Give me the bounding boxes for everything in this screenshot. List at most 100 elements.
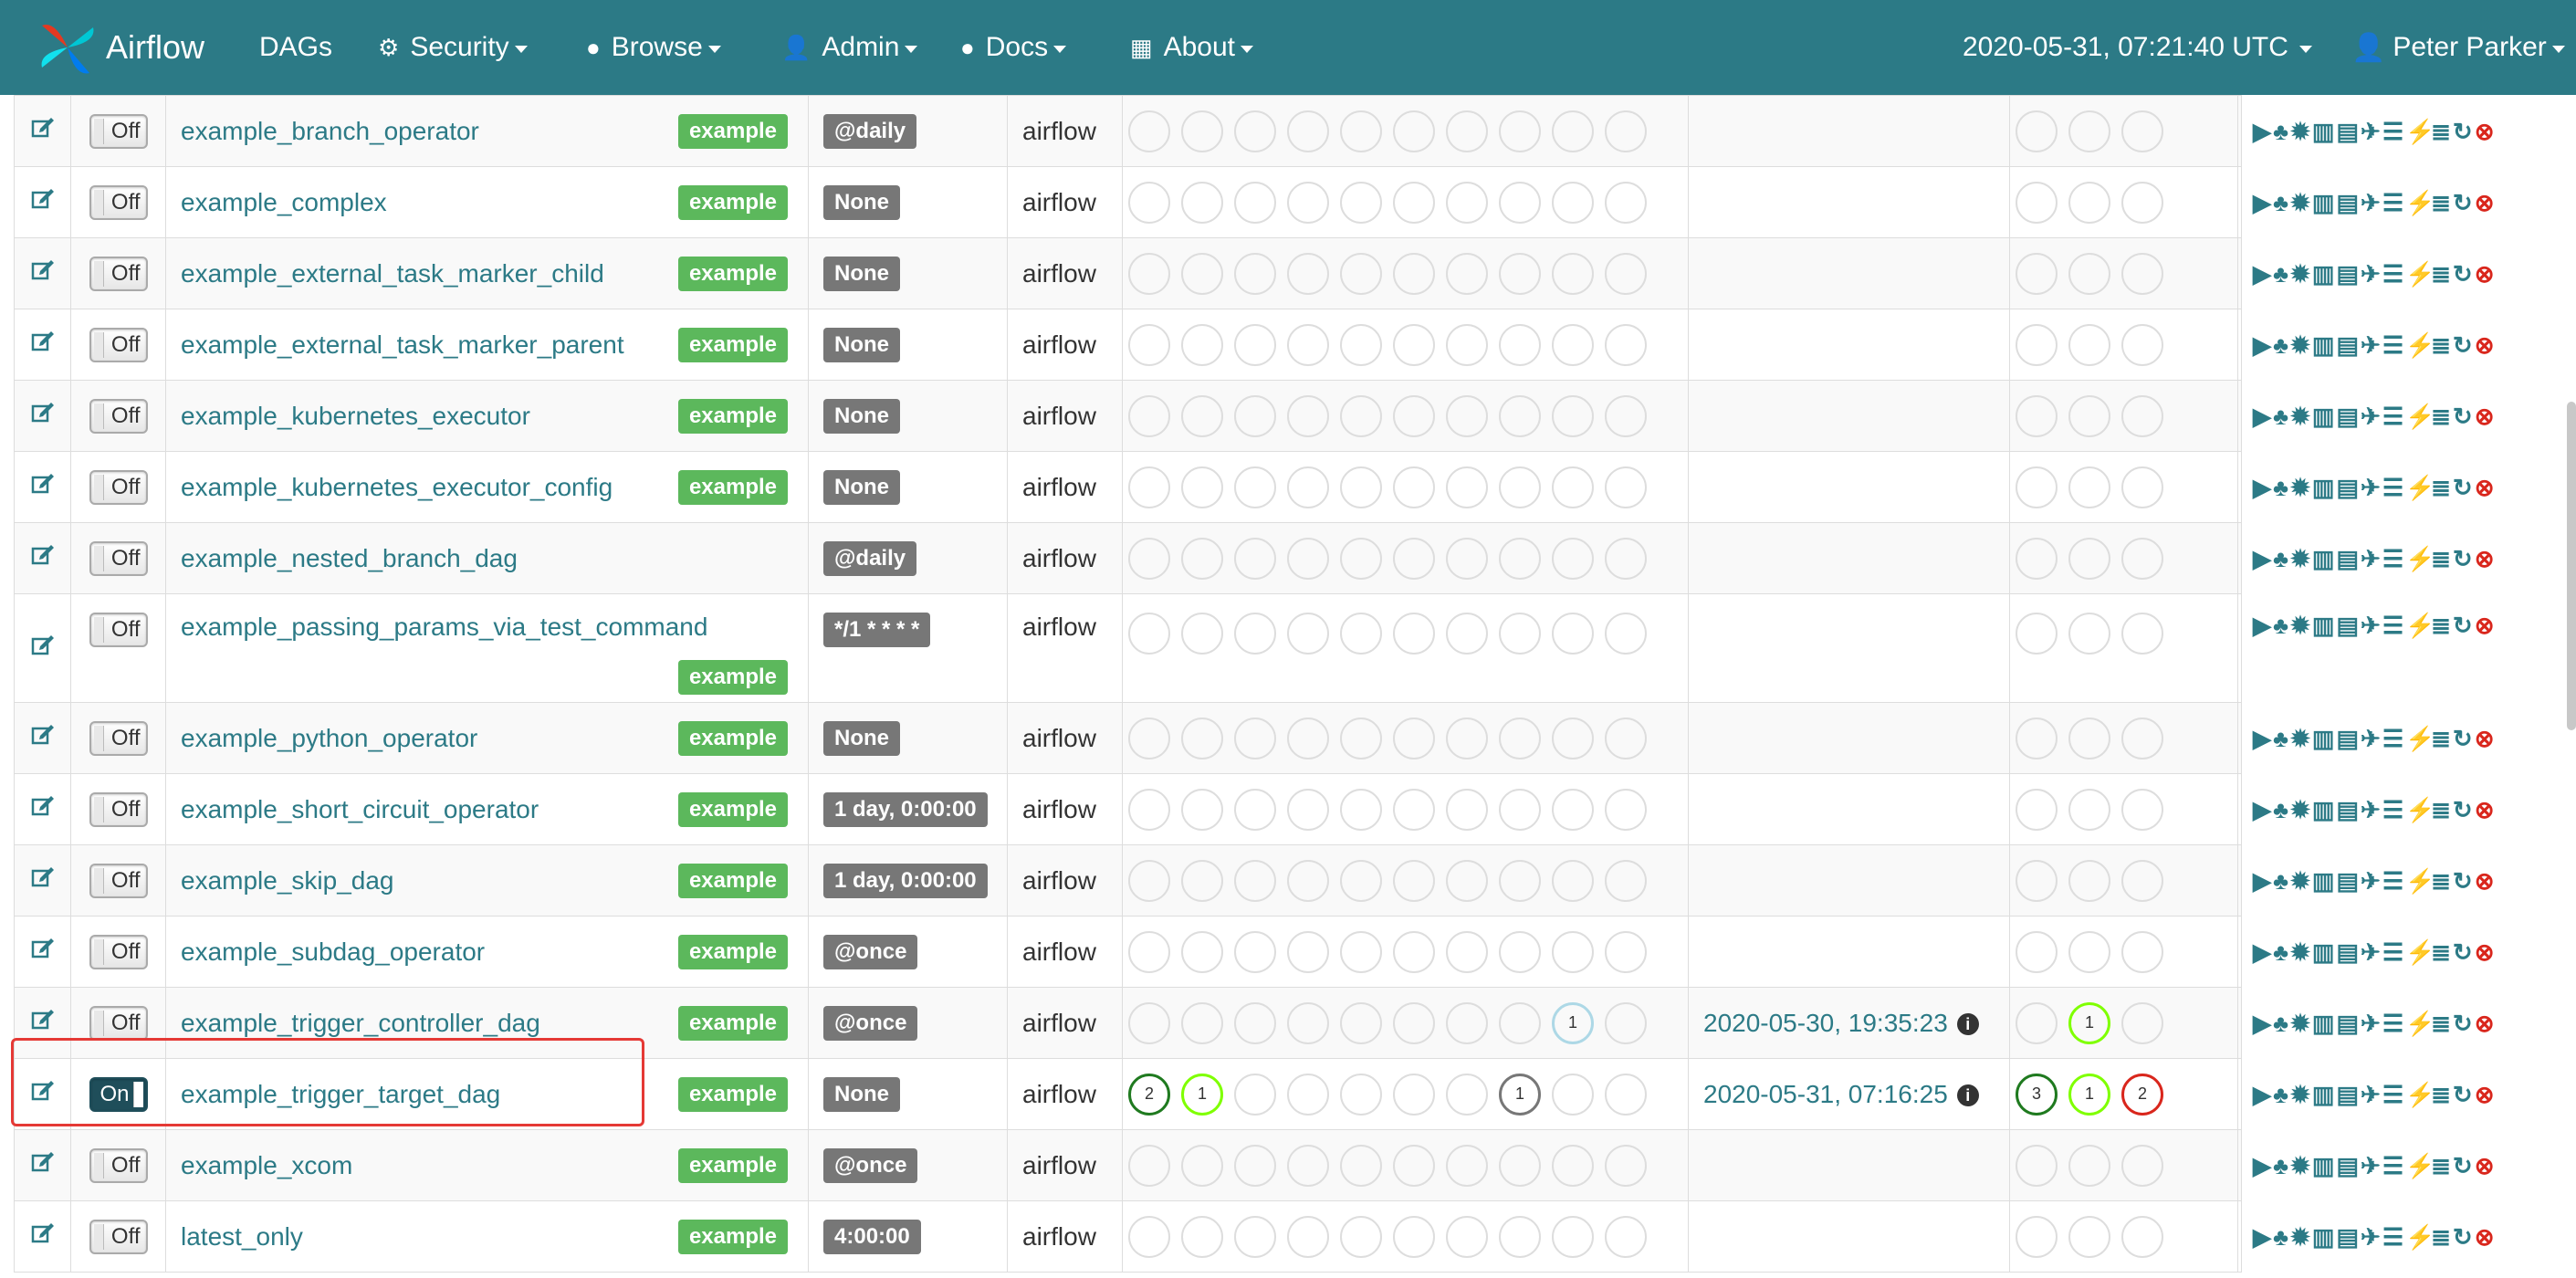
dag-pause-toggle[interactable]: Off <box>89 863 148 898</box>
state-circle[interactable] <box>1552 323 1594 366</box>
state-circle[interactable] <box>1234 323 1276 366</box>
state-circle[interactable] <box>1446 323 1488 366</box>
state-circle[interactable]: 3 <box>2016 1073 2058 1116</box>
state-circle[interactable] <box>1552 252 1594 295</box>
delete-icon[interactable]: ⊗ <box>2475 939 2495 965</box>
graph-view-icon[interactable]: ✹ <box>2290 613 2310 638</box>
state-circle[interactable] <box>1128 323 1170 366</box>
state-circle[interactable] <box>2016 717 2058 759</box>
state-circle[interactable]: 1 <box>2068 1073 2110 1116</box>
state-circle[interactable]: 2 <box>1128 1073 1170 1116</box>
state-circle[interactable] <box>1393 1001 1435 1044</box>
dag-tag[interactable]: example <box>677 1005 788 1041</box>
dag-tag[interactable]: example <box>677 1076 788 1112</box>
state-circle[interactable] <box>1234 788 1276 831</box>
logs-icon[interactable]: ≣ <box>2431 1153 2451 1178</box>
state-circle[interactable] <box>1552 394 1594 437</box>
state-circle[interactable] <box>1393 717 1435 759</box>
state-circle[interactable] <box>1446 466 1488 508</box>
state-circle[interactable] <box>1605 717 1647 759</box>
state-circle[interactable] <box>1499 110 1541 152</box>
state-circle[interactable] <box>1128 788 1170 831</box>
dag-pause-toggle[interactable]: Off <box>89 327 148 362</box>
dag-tag[interactable]: example <box>677 934 788 969</box>
delete-icon[interactable]: ⊗ <box>2475 119 2495 144</box>
state-circle[interactable] <box>2016 537 2058 580</box>
state-circle[interactable] <box>2016 788 2058 831</box>
state-circle[interactable]: 1 <box>1552 1001 1594 1044</box>
state-circle[interactable] <box>2016 181 2058 224</box>
duration-icon[interactable]: ▥ <box>2312 1224 2335 1250</box>
edit-icon[interactable] <box>31 1150 55 1174</box>
landing-times-icon[interactable]: ✈ <box>2361 1224 2381 1250</box>
state-circle[interactable] <box>1181 537 1223 580</box>
dag-tag[interactable]: example <box>677 791 788 827</box>
state-circle[interactable] <box>1393 613 1435 655</box>
graph-view-icon[interactable]: ✹ <box>2290 1082 2310 1107</box>
state-circle[interactable] <box>2121 181 2163 224</box>
duration-icon[interactable]: ▥ <box>2312 119 2335 144</box>
edit-icon[interactable] <box>31 330 55 353</box>
state-circle[interactable] <box>1446 1001 1488 1044</box>
state-circle[interactable] <box>1552 466 1594 508</box>
retries-icon[interactable]: ▤ <box>2336 332 2359 358</box>
trigger-dag-icon[interactable]: ▶ <box>2253 119 2271 144</box>
retries-icon[interactable]: ▤ <box>2336 868 2359 894</box>
dag-name-link[interactable]: example_branch_operator <box>181 117 479 145</box>
landing-times-icon[interactable]: ✈ <box>2361 475 2381 500</box>
logs-icon[interactable]: ≣ <box>2431 332 2451 358</box>
state-circle[interactable] <box>1287 1144 1329 1187</box>
state-circle[interactable] <box>1605 1001 1647 1044</box>
state-circle[interactable] <box>1234 252 1276 295</box>
state-circle[interactable] <box>1499 252 1541 295</box>
refresh-icon[interactable]: ↻ <box>2453 1011 2473 1036</box>
refresh-icon[interactable]: ↻ <box>2453 190 2473 215</box>
refresh-icon[interactable]: ↻ <box>2453 868 2473 894</box>
state-circle[interactable] <box>1128 613 1170 655</box>
state-circle[interactable] <box>1499 181 1541 224</box>
state-circle[interactable] <box>2016 466 2058 508</box>
retries-icon[interactable]: ▤ <box>2336 475 2359 500</box>
state-circle[interactable] <box>1128 859 1170 902</box>
state-circle[interactable] <box>2068 394 2110 437</box>
duration-icon[interactable]: ▥ <box>2312 546 2335 571</box>
dag-tag[interactable]: example <box>677 863 788 898</box>
graph-view-icon[interactable]: ✹ <box>2290 868 2310 894</box>
trigger-dag-icon[interactable]: ▶ <box>2253 261 2271 287</box>
dag-name-link[interactable]: example_kubernetes_executor <box>181 402 530 430</box>
code-view-icon[interactable]: ⚡ <box>2405 261 2435 287</box>
dag-pause-toggle[interactable]: Off <box>89 1219 148 1254</box>
code-view-icon[interactable]: ⚡ <box>2405 613 2435 638</box>
logs-icon[interactable]: ≣ <box>2431 1082 2451 1107</box>
edit-icon[interactable] <box>31 187 55 211</box>
state-circle[interactable] <box>1393 323 1435 366</box>
state-circle[interactable] <box>1499 323 1541 366</box>
gantt-icon[interactable]: ☰ <box>2382 546 2403 571</box>
dag-pause-toggle[interactable]: Off <box>89 540 148 576</box>
state-circle[interactable] <box>1340 394 1382 437</box>
state-circle[interactable] <box>1499 717 1541 759</box>
state-circle[interactable] <box>1446 110 1488 152</box>
tree-view-icon[interactable]: ♣ <box>2273 939 2288 965</box>
retries-icon[interactable]: ▤ <box>2336 190 2359 215</box>
landing-times-icon[interactable]: ✈ <box>2361 868 2381 894</box>
state-circle[interactable] <box>2121 1144 2163 1187</box>
state-circle[interactable] <box>2121 613 2163 655</box>
delete-icon[interactable]: ⊗ <box>2475 261 2495 287</box>
code-view-icon[interactable]: ⚡ <box>2405 1224 2435 1250</box>
refresh-icon[interactable]: ↻ <box>2453 939 2473 965</box>
graph-view-icon[interactable]: ✹ <box>2290 403 2310 429</box>
edit-icon[interactable] <box>31 1008 55 1032</box>
retries-icon[interactable]: ▤ <box>2336 726 2359 751</box>
retries-icon[interactable]: ▤ <box>2336 119 2359 144</box>
trigger-dag-icon[interactable]: ▶ <box>2253 403 2271 429</box>
state-circle[interactable] <box>1552 110 1594 152</box>
trigger-dag-icon[interactable]: ▶ <box>2253 475 2271 500</box>
state-circle[interactable] <box>1181 717 1223 759</box>
dag-name-link[interactable]: example_external_task_marker_parent <box>181 330 624 359</box>
state-circle[interactable] <box>2121 466 2163 508</box>
state-circle[interactable] <box>2068 252 2110 295</box>
state-circle[interactable] <box>1340 788 1382 831</box>
state-circle[interactable] <box>1234 1073 1276 1116</box>
state-circle[interactable] <box>1499 859 1541 902</box>
